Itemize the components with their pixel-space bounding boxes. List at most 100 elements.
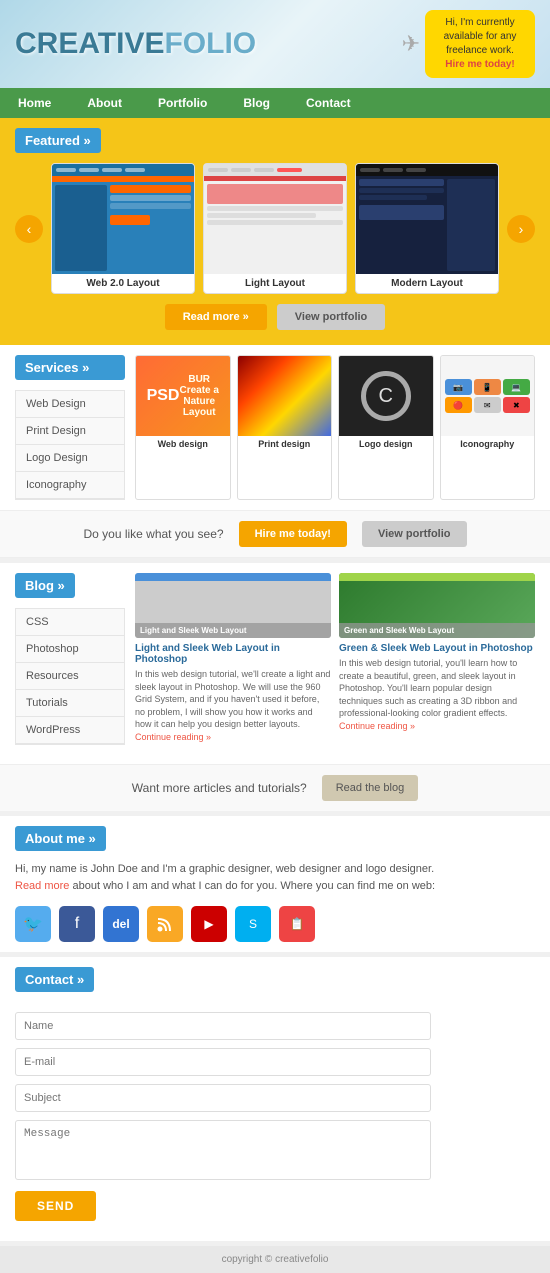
blog-posts: Light and Sleek Web Layout Light and Sle… [135, 573, 535, 744]
blog-post-1: Light and Sleek Web Layout Light and Sle… [135, 573, 331, 744]
carousel-next[interactable]: › [507, 215, 535, 243]
thumb-light [204, 164, 346, 274]
service-web-label: Web design [136, 436, 230, 452]
carousel-label-modern: Modern Layout [356, 274, 498, 293]
delicious-icon[interactable]: del [103, 906, 139, 942]
service-logo-label: Logo design [339, 436, 433, 452]
hire-question: Do you like what you see? [83, 527, 223, 541]
skype-icon[interactable]: S [235, 906, 271, 942]
service-icon-thumb: 📷 📱 💻 🔴 ✉ ✖ [441, 356, 535, 436]
services-nav-print[interactable]: Print Design [16, 418, 124, 445]
facebook-icon[interactable]: f [59, 906, 95, 942]
message-field-wrapper [15, 1120, 431, 1183]
nav-portfolio[interactable]: Portfolio [140, 88, 225, 118]
hire-bar: Do you like what you see? Hire me today!… [0, 510, 550, 558]
blog-thumb-label-1: Light and Sleek Web Layout [135, 623, 331, 638]
email-field-wrapper [15, 1048, 431, 1076]
subject-field-wrapper [15, 1084, 431, 1112]
blog-nav-tutorials[interactable]: Tutorials [16, 690, 124, 717]
hire-bubble[interactable]: Hi, I'm currently available for any free… [425, 10, 535, 78]
read-blog-button[interactable]: Read the blog [322, 775, 419, 801]
email-input[interactable] [15, 1048, 431, 1076]
about-section: About me » Hi, my name is John Doe and I… [0, 816, 550, 952]
service-logo-thumb: C [339, 356, 433, 436]
blog-thumb-2: Green and Sleek Web Layout [339, 573, 535, 638]
blog-section: Blog » CSS Photoshop Resources Tutorials… [0, 563, 550, 764]
services-section: Services » Web Design Print Design Logo … [0, 345, 550, 510]
contact-header: Contact » [15, 967, 94, 992]
carousel-items: Web 2.0 Layout [51, 163, 499, 294]
blog-read-more-2[interactable]: Continue reading » [339, 721, 415, 731]
service-web: PSD BURCreate aNatureLayout Web design [135, 355, 231, 500]
nav-contact[interactable]: Contact [288, 88, 369, 118]
blog-nav-resources[interactable]: Resources [16, 663, 124, 690]
blog-nav-css[interactable]: CSS [16, 609, 124, 636]
contact-section: Contact » SEND [0, 957, 550, 1241]
blog-post-title-1: Light and Sleek Web Layout in Photoshop [135, 643, 331, 665]
service-print-thumb [238, 356, 332, 436]
services-nav-web[interactable]: Web Design [16, 391, 124, 418]
contact-form: SEND [15, 1002, 535, 1231]
subject-input[interactable] [15, 1084, 431, 1112]
blog-inner: Blog » CSS Photoshop Resources Tutorials… [15, 573, 535, 754]
services-sidebar: Services » Web Design Print Design Logo … [15, 355, 125, 500]
blog-post-2: Green and Sleek Web Layout Green & Sleek… [339, 573, 535, 744]
blog-nav-photoshop[interactable]: Photoshop [16, 636, 124, 663]
about-text: Hi, my name is John Doe and I'm a graphi… [15, 861, 535, 896]
read-more-button[interactable]: Read more » [165, 304, 267, 330]
name-input[interactable] [15, 1012, 431, 1040]
blog-post-excerpt-1: In this web design tutorial, we'll creat… [135, 668, 331, 744]
more-articles-text: Want more articles and tutorials? [132, 781, 307, 795]
service-logo: C Logo design [338, 355, 434, 500]
misc-icon[interactable]: 📋 [279, 906, 315, 942]
services-nav: Web Design Print Design Logo Design Icon… [15, 390, 125, 500]
blog-sidebar: Blog » CSS Photoshop Resources Tutorials… [15, 573, 125, 754]
blog-read-more-1[interactable]: Continue reading » [135, 732, 211, 742]
youtube-icon[interactable]: ▶ [191, 906, 227, 942]
about-read-more-link[interactable]: Read more [15, 880, 69, 892]
featured-buttons: Read more » View portfolio [15, 304, 535, 330]
name-field-wrapper [15, 1012, 431, 1040]
services-inner: Services » Web Design Print Design Logo … [15, 355, 535, 500]
thumb-modern [356, 164, 498, 274]
services-items: PSD BURCreate aNatureLayout Web design P… [135, 355, 535, 500]
blog-nav: CSS Photoshop Resources Tutorials WordPr… [15, 608, 125, 745]
footer-text: copyright © creativefolio [222, 1254, 329, 1265]
service-web-thumb: PSD BURCreate aNatureLayout [136, 356, 230, 436]
about-header: About me » [15, 826, 106, 851]
blog-header: Blog » [15, 573, 75, 598]
service-icon-label: Iconography [441, 436, 535, 452]
carousel-item-web20: Web 2.0 Layout [51, 163, 195, 294]
carousel-label-web20: Web 2.0 Layout [52, 274, 194, 293]
logo: CREATIVEFOLIO [15, 27, 256, 61]
nav-about[interactable]: About [69, 88, 140, 118]
blog-nav-wordpress[interactable]: WordPress [16, 717, 124, 744]
more-articles-bar: Want more articles and tutorials? Read t… [0, 764, 550, 811]
services-portfolio-button[interactable]: View portfolio [362, 521, 467, 547]
services-nav-icon[interactable]: Iconography [16, 472, 124, 499]
blog-thumb-1: Light and Sleek Web Layout [135, 573, 331, 638]
featured-carousel: ‹ [15, 163, 535, 294]
carousel-item-modern: Modern Layout [355, 163, 499, 294]
services-nav-logo[interactable]: Logo Design [16, 445, 124, 472]
view-portfolio-button[interactable]: View portfolio [277, 304, 386, 330]
blog-post-excerpt-2: In this web design tutorial, you'll lear… [339, 657, 535, 733]
message-input[interactable] [15, 1120, 431, 1180]
carousel-item-light: Light Layout [203, 163, 347, 294]
rss-icon[interactable] [147, 906, 183, 942]
nav-blog[interactable]: Blog [225, 88, 288, 118]
paper-plane-icon: ✈ [402, 31, 420, 57]
twitter-icon[interactable]: 🐦 [15, 906, 51, 942]
navigation: Home About Portfolio Blog Contact [0, 88, 550, 118]
carousel-prev[interactable]: ‹ [15, 215, 43, 243]
nav-home[interactable]: Home [0, 88, 69, 118]
featured-header: Featured » [15, 128, 101, 153]
blog-content: Light and Sleek Web Layout Light and Sle… [135, 573, 535, 754]
hire-me-button[interactable]: Hire me today! [239, 521, 347, 547]
featured-section: Featured » ‹ [0, 118, 550, 345]
services-header: Services » [15, 355, 125, 380]
hire-link[interactable]: Hire me today! [445, 59, 514, 70]
send-button[interactable]: SEND [15, 1191, 96, 1221]
service-icon: 📷 📱 💻 🔴 ✉ ✖ Iconography [440, 355, 536, 500]
footer: copyright © creativefolio [0, 1246, 550, 1273]
